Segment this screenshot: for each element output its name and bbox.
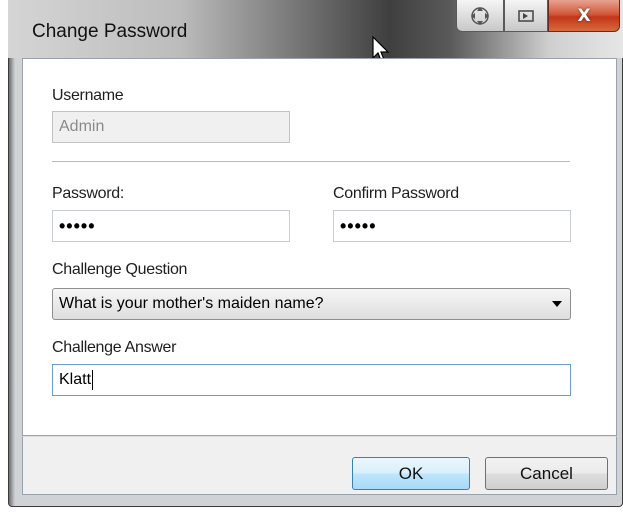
dropdown-arrow-icon bbox=[552, 301, 562, 307]
confirm-password-field[interactable]: ••••• bbox=[333, 210, 571, 242]
username-value: Admin bbox=[59, 118, 105, 135]
cancel-button-label: Cancel bbox=[520, 463, 573, 483]
ok-button-label: OK bbox=[398, 463, 424, 483]
confirm-password-label: Confirm Password bbox=[333, 185, 459, 202]
restore-button[interactable] bbox=[504, 0, 548, 32]
challenge-question-value: What is your mother's maiden name? bbox=[59, 295, 324, 312]
cancel-button[interactable]: Cancel bbox=[485, 457, 608, 490]
challenge-answer-field[interactable]: Klatt bbox=[52, 364, 571, 396]
password-label: Password: bbox=[52, 185, 124, 202]
close-icon: X bbox=[577, 5, 591, 26]
ok-button[interactable]: OK bbox=[352, 457, 470, 490]
password-field[interactable]: ••••• bbox=[52, 210, 290, 242]
section-divider bbox=[52, 161, 570, 162]
move-button[interactable] bbox=[456, 0, 504, 32]
challenge-question-label: Challenge Question bbox=[52, 261, 188, 278]
challenge-answer-label: Challenge Answer bbox=[52, 339, 177, 356]
password-value: ••••• bbox=[59, 215, 96, 236]
restore-icon bbox=[518, 9, 534, 22]
challenge-question-select[interactable]: What is your mother's maiden name? bbox=[52, 288, 571, 320]
confirm-password-value: ••••• bbox=[340, 215, 377, 236]
close-button[interactable]: X bbox=[548, 0, 620, 32]
username-label: Username bbox=[52, 87, 124, 104]
username-field: Admin bbox=[52, 111, 290, 143]
window-title: Change Password bbox=[32, 21, 188, 42]
move-icon bbox=[471, 6, 489, 25]
challenge-answer-value: Klatt bbox=[59, 371, 92, 388]
text-caret bbox=[92, 370, 94, 390]
title-bar[interactable]: Change Password X bbox=[8, 0, 623, 58]
